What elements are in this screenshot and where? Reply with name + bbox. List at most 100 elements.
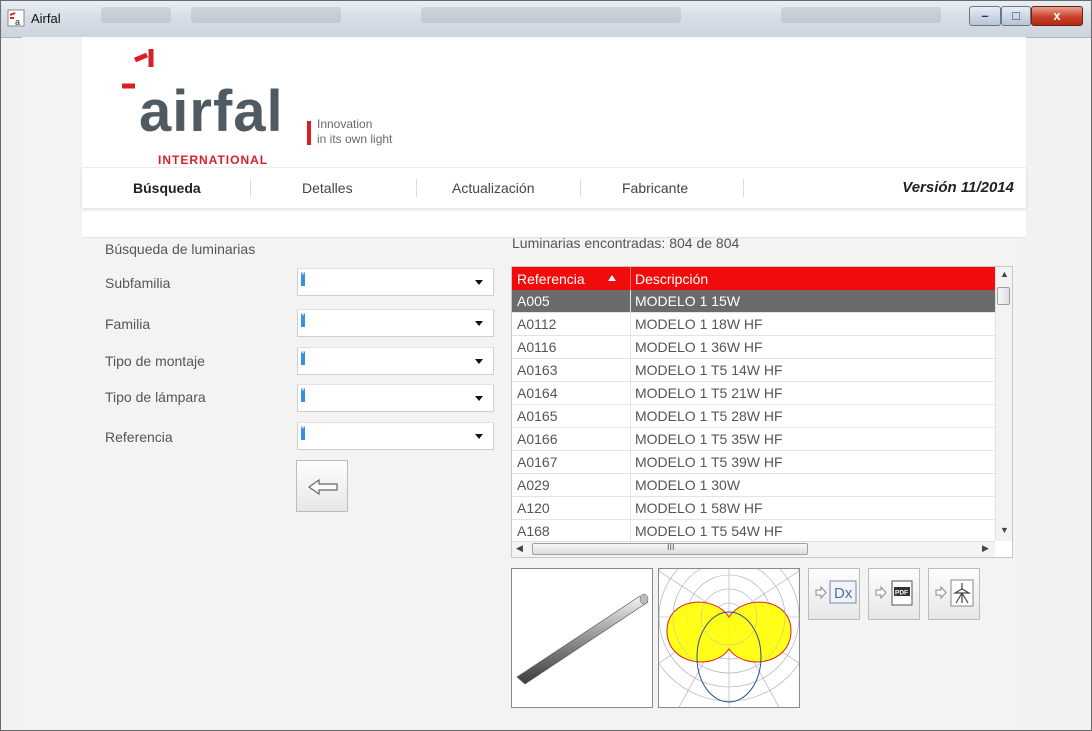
back-arrow-icon — [307, 478, 338, 496]
nav-divider — [416, 179, 417, 197]
familia-select[interactable]: * — [297, 309, 494, 337]
slogan-divider — [307, 121, 311, 145]
table-row[interactable]: A168 MODELO 1 T5 54W HF — [512, 520, 995, 543]
tipo-lampara-label: Tipo de lámpara — [105, 389, 206, 405]
column-header-referencia[interactable]: Referencia — [517, 271, 585, 287]
row-reference: A0164 — [517, 385, 558, 401]
pdf-label: PDF — [895, 590, 908, 597]
scroll-down-icon[interactable]: ▼ — [1000, 525, 1009, 535]
nav-divider — [250, 179, 251, 197]
maximize-button[interactable]: □ — [1001, 6, 1031, 26]
pdf-icon: PDF — [875, 580, 913, 606]
eulumdat-export-button[interactable] — [928, 568, 980, 620]
row-reference: A168 — [517, 523, 550, 539]
cell-divider — [630, 474, 631, 497]
blurred-background — [191, 7, 341, 23]
luminaire-tube-icon — [516, 593, 649, 685]
window-title: Airfal — [31, 11, 61, 26]
column-header-descripcion[interactable]: Descripción — [635, 271, 708, 287]
chevron-down-icon[interactable] — [475, 434, 483, 439]
row-description: MODELO 1 T5 14W HF — [635, 362, 783, 378]
table-row[interactable]: A0165 MODELO 1 T5 28W HF — [512, 405, 995, 428]
table-row[interactable]: A029 MODELO 1 30W — [512, 474, 995, 497]
tab-detalles[interactable]: Detalles — [302, 180, 353, 196]
referencia-select[interactable]: * — [297, 422, 494, 450]
photometric-diagram — [644, 532, 814, 708]
referencia-value: * — [301, 425, 305, 440]
subfamilia-value: * — [301, 271, 305, 286]
table-row[interactable]: A0116 MODELO 1 36W HF — [512, 336, 995, 359]
row-reference: A0167 — [517, 454, 558, 470]
header: airfal INTERNATIONAL Innovation in its o… — [82, 37, 1026, 238]
row-description: MODELO 1 18W HF — [635, 316, 763, 332]
nav-divider — [743, 179, 744, 197]
row-description: MODELO 1 58W HF — [635, 500, 763, 516]
logo-international: INTERNATIONAL — [158, 153, 269, 167]
row-description: MODELO 1 T5 28W HF — [635, 408, 783, 424]
slogan-line-1: Innovation — [317, 117, 373, 131]
table-row[interactable]: A120 MODELO 1 58W HF — [512, 497, 995, 520]
title-bar[interactable]: a Airfal – □ x — [1, 1, 1091, 38]
chevron-down-icon[interactable] — [475, 280, 483, 285]
minimize-button[interactable]: – — [969, 6, 1001, 26]
airfal-logo: airfal INTERNATIONAL — [102, 49, 302, 167]
row-reference: A0116 — [517, 339, 557, 355]
reset-button[interactable] — [296, 460, 348, 512]
row-reference: A0163 — [517, 362, 558, 378]
horizontal-scroll-thumb[interactable]: III — [532, 542, 808, 555]
horizontal-scrollbar[interactable]: ◀ III ▶ — [512, 541, 995, 557]
row-description: MODELO 1 T5 39W HF — [635, 454, 783, 470]
close-button[interactable]: x — [1031, 6, 1083, 26]
row-description: MODELO 1 36W HF — [635, 339, 763, 355]
cell-divider — [630, 290, 631, 313]
sort-ascending-icon — [608, 275, 616, 281]
results-table[interactable]: Referencia Descripción A005 MODELO 1 15W … — [511, 266, 1013, 558]
dialux-export-button[interactable]: Dx — [808, 568, 860, 620]
search-heading: Búsqueda de luminarias — [105, 241, 256, 257]
scroll-right-icon[interactable]: ▶ — [982, 543, 989, 554]
app-window: a Airfal – □ x airfal INTERNATIONAL Inno… — [0, 0, 1092, 731]
scroll-grip-icon: III — [667, 542, 675, 552]
chevron-down-icon[interactable] — [475, 359, 483, 364]
familia-label: Familia — [105, 316, 151, 332]
column-divider — [630, 267, 631, 290]
row-reference: A005 — [517, 293, 550, 309]
tipo-montaje-select[interactable]: * — [297, 347, 494, 375]
tab-busqueda[interactable]: Búsqueda — [133, 180, 201, 196]
slogan-line-2: in its own light — [317, 132, 393, 146]
table-row[interactable]: A0166 MODELO 1 T5 35W HF — [512, 428, 995, 451]
blurred-background — [421, 7, 681, 23]
chevron-down-icon[interactable] — [475, 321, 483, 326]
referencia-label: Referencia — [105, 429, 173, 445]
row-reference: A120 — [517, 500, 550, 516]
chevron-down-icon[interactable] — [475, 396, 483, 401]
scroll-up-icon[interactable]: ▲ — [1000, 269, 1009, 279]
cell-divider — [630, 359, 631, 382]
table-row[interactable]: A0112 MODELO 1 18W HF — [512, 313, 995, 336]
table-row[interactable]: A0167 MODELO 1 T5 39W HF — [512, 451, 995, 474]
row-description: MODELO 1 T5 21W HF — [635, 385, 783, 401]
nav-divider — [580, 179, 581, 197]
vertical-scroll-thumb[interactable] — [997, 287, 1010, 305]
cell-divider — [630, 382, 631, 405]
tab-fabricante[interactable]: Fabricante — [622, 180, 688, 196]
vertical-scrollbar[interactable]: ▲ ▼ — [995, 267, 1012, 541]
subfamilia-select[interactable]: * — [297, 268, 494, 296]
table-row[interactable]: A0164 MODELO 1 T5 21W HF — [512, 382, 995, 405]
pdf-export-button[interactable]: PDF — [868, 568, 920, 620]
table-row[interactable]: A005 MODELO 1 15W — [512, 290, 995, 313]
familia-value: * — [301, 312, 305, 327]
client-area: airfal INTERNATIONAL Innovation in its o… — [22, 37, 1026, 727]
logo-brand: airfal — [139, 79, 284, 144]
scroll-left-icon[interactable]: ◀ — [516, 543, 523, 554]
row-reference: A0166 — [517, 431, 558, 447]
main-nav: Búsqueda Detalles Actualización Fabrican… — [82, 167, 1026, 208]
cell-divider — [630, 520, 631, 543]
row-description: MODELO 1 15W — [635, 293, 741, 309]
row-description: MODELO 1 30W — [635, 477, 741, 493]
tipo-lampara-select[interactable]: * — [297, 384, 494, 412]
row-description: MODELO 1 T5 54W HF — [635, 523, 783, 539]
table-row[interactable]: A0163 MODELO 1 T5 14W HF — [512, 359, 995, 382]
tab-actualizacion[interactable]: Actualización — [452, 180, 535, 196]
row-description: MODELO 1 T5 35W HF — [635, 431, 783, 447]
